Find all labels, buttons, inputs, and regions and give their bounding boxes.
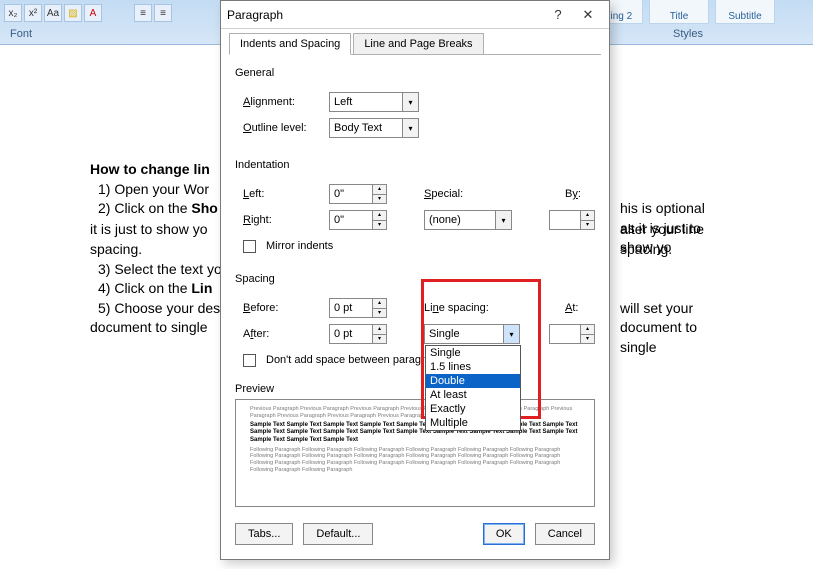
spinner-icon[interactable]: ▴▾ <box>372 185 386 203</box>
style-subtitle[interactable]: Subtitle <box>715 0 775 24</box>
special-select[interactable]: (none) ▾ <box>424 210 512 230</box>
linespacing-option[interactable]: Double <box>426 374 520 388</box>
align-center-icon[interactable]: ≡ <box>154 4 172 22</box>
default-button[interactable]: Default... <box>303 523 373 545</box>
linespacing-select[interactable]: Single ▾ Single1.5 linesDoubleAt leastEx… <box>424 324 520 344</box>
cancel-button[interactable]: Cancel <box>535 523 595 545</box>
chevron-down-icon: ▾ <box>495 211 511 229</box>
ribbon-styles-label: Styles <box>673 28 703 40</box>
alignment-label: Alignment: <box>243 96 323 108</box>
tab-indents[interactable]: Indents and Spacing <box>229 33 351 55</box>
dialog-title: Paragraph <box>227 8 543 22</box>
before-input[interactable]: 0 pt ▴▾ <box>329 298 387 318</box>
by-label: By: <box>565 188 595 200</box>
linespacing-option[interactable]: At least <box>426 388 520 402</box>
font-tools: x₂ x² Aa ▨ A ≡ ≡ <box>4 4 172 22</box>
spinner-icon[interactable]: ▴▾ <box>580 211 594 229</box>
outline-label: Outline level: <box>243 122 323 134</box>
at-input[interactable]: ▴▾ <box>549 324 595 344</box>
after-label: After: <box>243 328 323 340</box>
linespacing-label: Line spacing: <box>424 302 504 314</box>
indent-left-label: Left: <box>243 188 323 200</box>
tabs-button[interactable]: Tabs... <box>235 523 293 545</box>
linespacing-option[interactable]: Single <box>426 346 520 360</box>
dialog-buttons: Tabs... Default... OK Cancel <box>221 513 609 555</box>
font-color-icon[interactable]: A <box>84 4 102 22</box>
mirror-label: Mirror indents <box>266 240 333 252</box>
highlight-icon[interactable]: ▨ <box>64 4 82 22</box>
alignment-select[interactable]: Left ▾ <box>329 92 419 112</box>
close-button[interactable]: ✕ <box>573 4 603 26</box>
tabstrip: Indents and Spacing Line and Page Breaks <box>229 33 601 55</box>
case-icon[interactable]: Aa <box>44 4 62 22</box>
noadd-checkbox[interactable] <box>243 354 256 367</box>
subscript-icon[interactable]: x₂ <box>4 4 22 22</box>
ribbon-font-label: Font <box>10 28 32 40</box>
tab-breaks[interactable]: Line and Page Breaks <box>353 33 483 54</box>
group-general: General <box>235 67 595 79</box>
linespacing-dropdown: Single1.5 linesDoubleAt leastExactlyMult… <box>425 345 521 431</box>
ok-button[interactable]: OK <box>483 523 525 545</box>
group-preview: Preview <box>235 383 595 395</box>
spinner-icon[interactable]: ▴▾ <box>580 325 594 343</box>
titlebar: Paragraph ? ✕ <box>221 1 609 29</box>
superscript-icon[interactable]: x² <box>24 4 42 22</box>
paragraph-dialog: Paragraph ? ✕ Indents and Spacing Line a… <box>220 0 610 560</box>
chevron-down-icon: ▾ <box>503 325 519 343</box>
chevron-down-icon: ▾ <box>402 93 418 111</box>
indent-right-label: Right: <box>243 214 323 226</box>
noadd-label: Don't add space between paragr <box>266 354 425 366</box>
spinner-icon[interactable]: ▴▾ <box>372 211 386 229</box>
group-spacing: Spacing <box>235 273 595 285</box>
group-indent: Indentation <box>235 159 595 171</box>
linespacing-option[interactable]: 1.5 lines <box>426 360 520 374</box>
before-label: Before: <box>243 302 323 314</box>
at-label: At: <box>565 302 595 314</box>
style-title[interactable]: Title <box>649 0 709 24</box>
help-button[interactable]: ? <box>543 4 573 26</box>
indent-left-input[interactable]: 0" ▴▾ <box>329 184 387 204</box>
linespacing-option[interactable]: Multiple <box>426 416 520 430</box>
after-input[interactable]: 0 pt ▴▾ <box>329 324 387 344</box>
spinner-icon[interactable]: ▴▾ <box>372 299 386 317</box>
chevron-down-icon: ▾ <box>402 119 418 137</box>
mirror-checkbox[interactable] <box>243 240 256 253</box>
preview-box: Previous Paragraph Previous Paragraph Pr… <box>235 399 595 507</box>
outline-select[interactable]: Body Text ▾ <box>329 118 419 138</box>
special-label: Special: <box>424 188 484 200</box>
spinner-icon[interactable]: ▴▾ <box>372 325 386 343</box>
indent-right-input[interactable]: 0" ▴▾ <box>329 210 387 230</box>
align-left-icon[interactable]: ≡ <box>134 4 152 22</box>
by-input[interactable]: ▴▾ <box>549 210 595 230</box>
linespacing-option[interactable]: Exactly <box>426 402 520 416</box>
